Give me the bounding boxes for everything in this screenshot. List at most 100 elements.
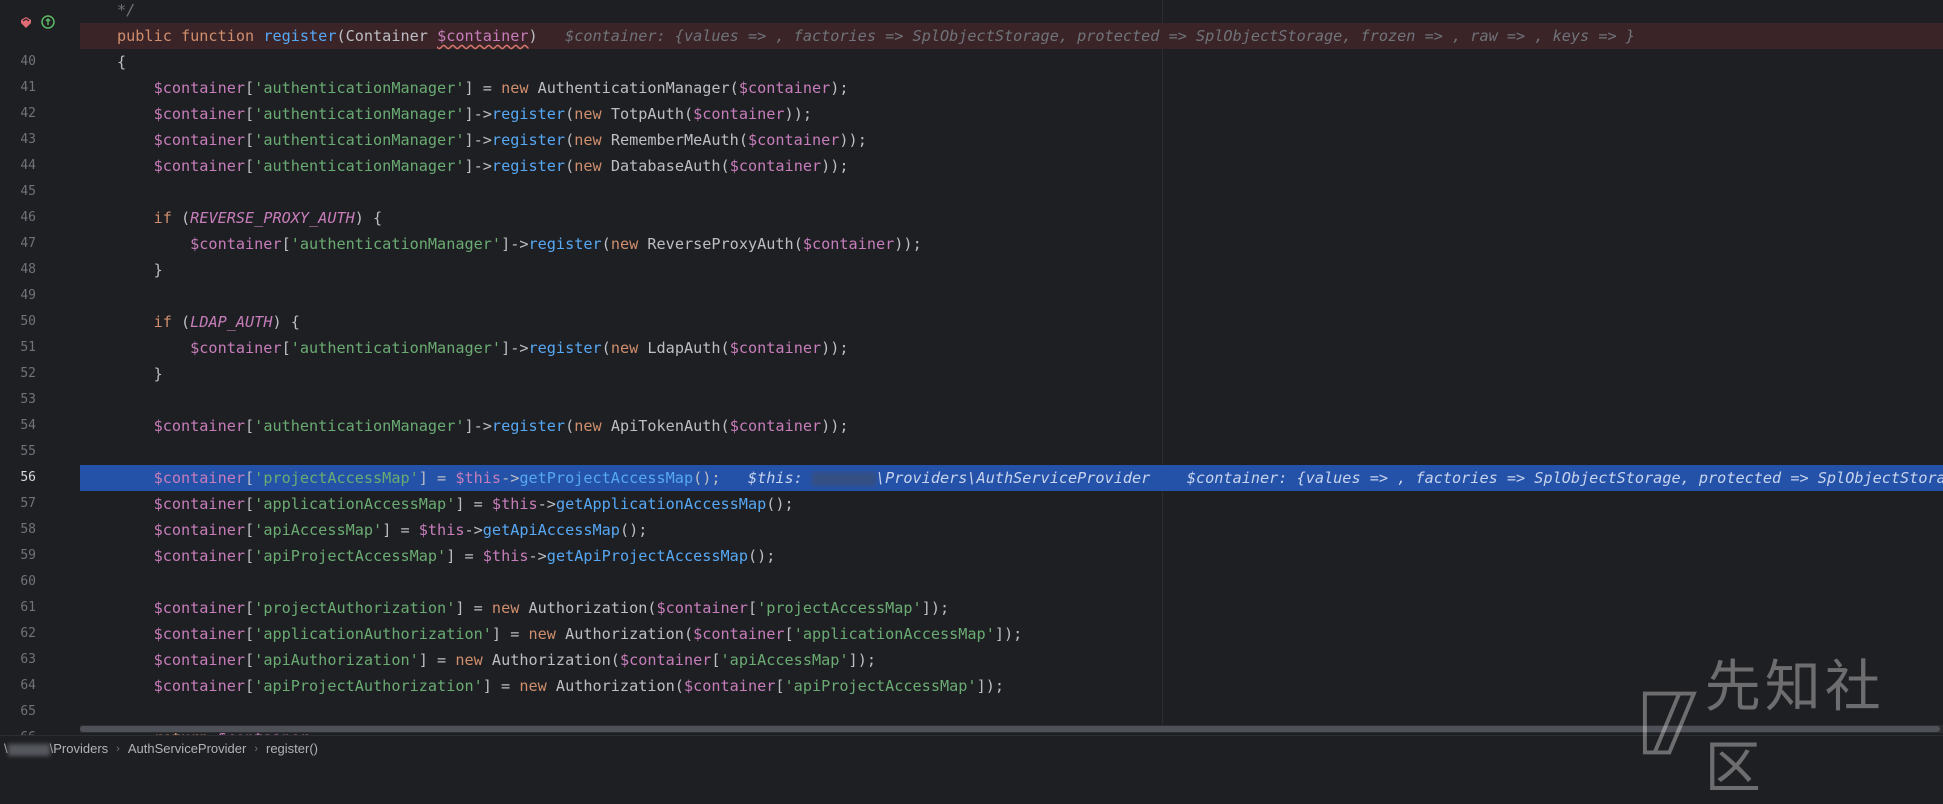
code-line[interactable]: $container['authenticationManager']->reg… (80, 231, 1943, 257)
code-token: DatabaseAuth( (610, 157, 730, 175)
code-token: new (574, 417, 611, 435)
code-token: ] = (455, 599, 492, 617)
code-token: ] = (482, 677, 520, 695)
code-token: new (501, 79, 538, 97)
code-token: $container (693, 625, 785, 643)
code-line[interactable]: $container['authenticationManager']->reg… (80, 153, 1943, 179)
watermark: 先知社区 (1640, 655, 1940, 801)
code-text: $container['authenticationManager']->reg… (117, 127, 867, 153)
code-token: { (117, 53, 127, 71)
breadcrumb-lead[interactable]: \ \Providers (0, 741, 112, 756)
code-token: 'authenticationManager' (254, 157, 465, 175)
code-token: Authorization( (565, 625, 694, 643)
code-token: Authorization( (528, 599, 657, 617)
code-token: $container (437, 27, 529, 45)
code-token: (); (619, 521, 648, 539)
code-token: new (574, 105, 611, 123)
breadcrumb-item-method[interactable]: register() (262, 741, 322, 756)
code-line[interactable]: $container['projectAuthorization'] = new… (80, 595, 1943, 621)
code-token: register (491, 131, 566, 149)
code-token: $container (117, 157, 246, 175)
code-token: 'apiAccessMap' (720, 651, 849, 669)
code-text: $container['authenticationManager']->reg… (117, 413, 849, 439)
code-token: [ (245, 651, 255, 669)
code-line[interactable]: $container['apiAuthorization'] = new Aut… (80, 647, 1943, 673)
code-token: new (455, 651, 492, 669)
code-token: $container (656, 599, 748, 617)
code-line[interactable]: $container['authenticationManager'] = ne… (80, 75, 1943, 101)
code-token: [ (245, 625, 255, 643)
code-line[interactable]: $container['authenticationManager']->reg… (80, 127, 1943, 153)
code-token: [ (281, 339, 291, 357)
code-token: -> (537, 495, 556, 513)
code-line[interactable]: $container['authenticationManager']->reg… (80, 335, 1943, 361)
code-line-current[interactable]: $container['projectAccessMap'] = $this->… (80, 465, 1943, 491)
code-token: ( (181, 209, 191, 227)
code-line[interactable] (80, 569, 1943, 595)
code-token: $this (418, 521, 465, 539)
code-line[interactable]: } (80, 361, 1943, 387)
breadcrumb-item-class[interactable]: AuthServiceProvider (124, 741, 251, 756)
code-text: $container['authenticationManager'] = ne… (117, 75, 849, 101)
code-token: )); (839, 131, 867, 149)
code-token: ]-> (464, 105, 492, 123)
code-token: getApiProjectAccessMap (546, 547, 748, 565)
code-line[interactable] (80, 387, 1943, 413)
code-token: getApiAccessMap (482, 521, 620, 539)
code-token: $this (482, 547, 529, 565)
code-token: new (491, 599, 529, 617)
code-token: ]-> (464, 157, 492, 175)
code-token: ( (601, 235, 611, 253)
code-text: $container['authenticationManager']->reg… (117, 335, 848, 361)
code-token: 'authenticationManager' (254, 131, 465, 149)
code-token: [ (245, 469, 255, 487)
code-line[interactable]: } (80, 257, 1943, 283)
code-line[interactable]: $container['apiProjectAccessMap'] = $thi… (80, 543, 1943, 569)
code-line[interactable]: $container['authenticationManager']->reg… (80, 413, 1943, 439)
code-token: $container (117, 521, 246, 539)
code-token: register (491, 417, 566, 435)
code-token: ]-> (464, 417, 492, 435)
code-token: 'authenticationManager' (254, 79, 465, 97)
code-token: $this (455, 469, 502, 487)
code-line[interactable]: $container['applicationAccessMap'] = $th… (80, 491, 1943, 517)
code-token: register (528, 235, 602, 253)
code-line[interactable] (80, 439, 1943, 465)
code-lines: */public function register(Container $co… (0, 0, 1943, 735)
code-line[interactable] (80, 179, 1943, 205)
code-token: if (117, 209, 182, 227)
watermark-logo-icon (1642, 691, 1697, 755)
code-token: ApiTokenAuth( (610, 417, 730, 435)
code-line-breakpoint[interactable]: public function register(Container $cont… (80, 23, 1943, 49)
code-token: [ (711, 651, 721, 669)
code-token: $container (693, 105, 785, 123)
code-token: 'projectAccessMap' (254, 469, 419, 487)
code-token: } (117, 261, 163, 279)
code-text: $container['apiAuthorization'] = new Aut… (117, 647, 876, 673)
code-token: RememberMeAuth( (610, 131, 748, 149)
code-token: $container (117, 131, 246, 149)
code-editor[interactable]: 40 41 42 43 44 45 46 47 48 49 50 51 52 53 54 55 56 57 58 59… (0, 0, 1943, 735)
code-token: $container (117, 495, 246, 513)
code-token: ( (601, 339, 611, 357)
code-line[interactable] (80, 283, 1943, 309)
code-token: TotpAuth( (610, 105, 694, 123)
code-token: if (117, 313, 182, 331)
code-token: LdapAuth( (647, 339, 730, 357)
code-token: ); (830, 79, 849, 97)
code-line[interactable]: $container['apiAccessMap'] = $this->getA… (80, 517, 1943, 543)
code-line[interactable]: $container['applicationAuthorization'] =… (80, 621, 1943, 647)
code-line[interactable]: $container['authenticationManager']->reg… (80, 101, 1943, 127)
chevron-right-icon: › (116, 742, 120, 755)
code-line[interactable]: */ (80, 0, 1943, 23)
code-line[interactable]: if (LDAP_AUTH) { (80, 309, 1943, 335)
code-token: $container (729, 417, 822, 435)
breadcrumb-item-providers: \Providers (49, 741, 109, 756)
redacted-namespace (811, 471, 876, 486)
code-line[interactable]: { (80, 49, 1943, 75)
code-token: [ (784, 625, 794, 643)
code-token: )); (821, 157, 849, 175)
code-line[interactable]: if (REVERSE_PROXY_AUTH) { (80, 205, 1943, 231)
code-token: ] = (446, 547, 483, 565)
code-token: new (574, 131, 611, 149)
